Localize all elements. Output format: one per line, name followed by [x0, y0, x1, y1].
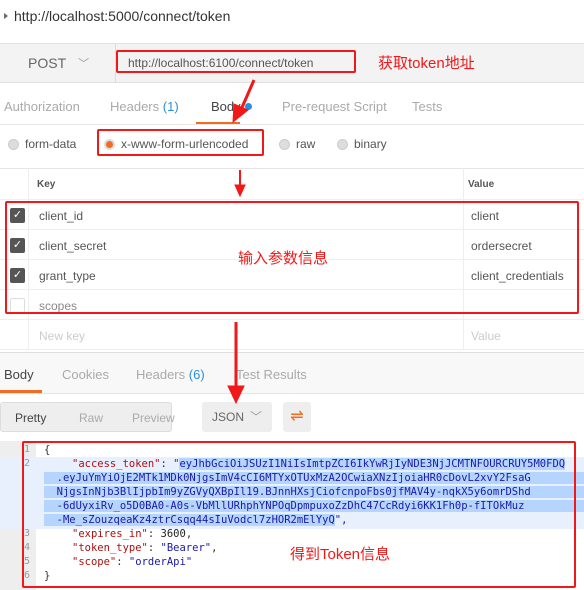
annotation-arrows [227, 79, 256, 405]
arrow-head-icon [232, 103, 249, 124]
arrow-head-icon [227, 385, 245, 405]
arrow-head-icon [234, 184, 246, 198]
